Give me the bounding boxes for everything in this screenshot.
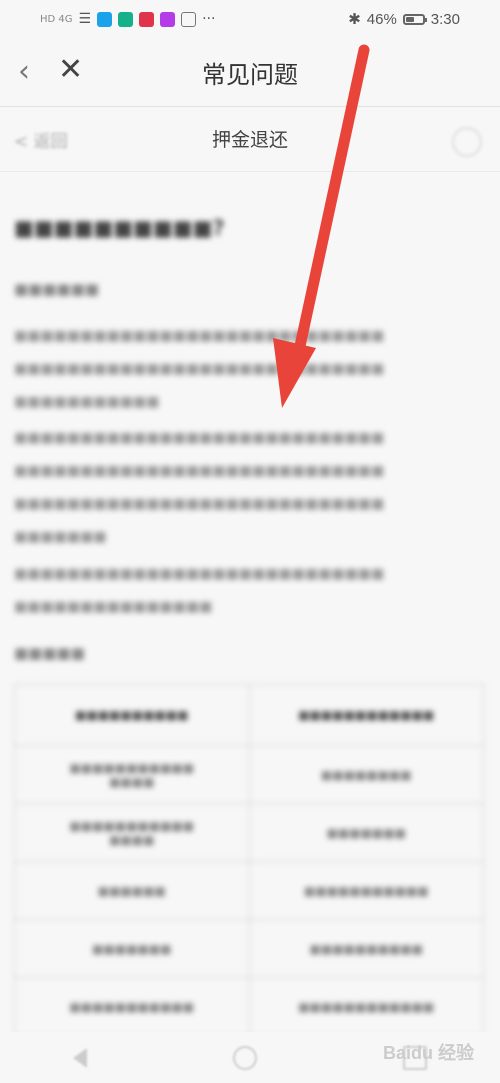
paragraph-blurred: ■■■■■■■■■■■■■■■■■■■■■■■■■■■■ ■■■■■■■■■■■■… — [14, 566, 385, 615]
app-notification-icon — [139, 11, 155, 27]
table-row: ■■■■■■■■■■■ ■■■■ ■■■■■■■■ — [14, 745, 484, 804]
nav-home-icon[interactable] — [233, 1045, 257, 1070]
watermark: Baidu 经验 — [382, 1043, 474, 1063]
sub-title: 押金退还 — [211, 129, 288, 151]
table-row: ■■■■■■■■■■■ ■■■■ ■■■■■■■ — [14, 803, 484, 862]
status-bar: HD 4G ☰ ··· ✱ 46% 3:30 — [0, 0, 500, 38]
table-row: ■■■■■■ ■■■■■■■■■■■ — [14, 861, 484, 920]
bluetooth-icon: ✱ — [348, 11, 361, 28]
table-cell: ■■■■■■ — [14, 861, 250, 920]
table-cell: ■■■■■■■■■■■ — [248, 861, 484, 920]
paragraph-blurred: ■■■■■■■■■■■■■■■■■■■■■■■■■■■■ ■■■■■■■■■■■■… — [14, 430, 385, 545]
status-right: ✱ 46% 3:30 — [348, 10, 460, 29]
section-label-blurred: ■■■■■ — [14, 644, 85, 662]
table-cell: ■■■■■■■ — [248, 803, 484, 862]
question-heading-blurred: ■■■■■■■■■■? — [14, 216, 225, 240]
table-cell: ■■■■■■■■■■■ — [14, 977, 250, 1036]
battery-icon — [402, 13, 427, 25]
table-row: ■■■■■■■■■■ ■■■■■■■■■■■■ — [14, 684, 484, 746]
app-header: ‹ ✕ 常见问题 — [0, 38, 500, 107]
table-cell: ■■■■■■■■■■ — [248, 919, 484, 978]
nav-back-icon[interactable] — [73, 1047, 87, 1068]
sub-header: < 返回 押金退还 — [0, 107, 500, 172]
blurred-article: ■■■■■■■■■■? ■■■■■■ ■■■■■■■■■■■■■■■■■■■■■… — [0, 172, 500, 1036]
section-label-blurred: ■■■■■■ — [14, 280, 100, 298]
battery-percent: 46% — [366, 10, 397, 28]
table-cell: ■■■■■■■■■■■■ — [248, 977, 484, 1036]
table-cell: ■■■■■■■■ — [248, 745, 484, 804]
status-left: HD 4G ☰ ··· — [40, 11, 215, 27]
app-notification-icon — [118, 11, 134, 27]
table-cell: ■■■■■■■■■■ — [14, 684, 250, 746]
blurred-table: ■■■■■■■■■■ ■■■■■■■■■■■■ ■■■■■■■■■■■ ■■■■ … — [14, 684, 484, 1036]
more-notifications-icon: ··· — [202, 11, 216, 27]
table-row: ■■■■■■■■■■■ ■■■■■■■■■■■■ — [14, 977, 484, 1036]
page-title: 常见问题 — [202, 61, 298, 89]
app-notification-icon — [160, 11, 176, 27]
app-notification-icon — [97, 11, 113, 27]
table-cell: ■■■■■■■■■■■ ■■■■ — [14, 745, 250, 804]
app-notification-icon — [181, 11, 197, 27]
table-cell: ■■■■■■■■■■■ ■■■■ — [14, 803, 250, 862]
table-row: ■■■■■■■ ■■■■■■■■■■ — [14, 919, 484, 978]
table-cell: ■■■■■■■ — [14, 919, 250, 978]
clock: 3:30 — [430, 10, 460, 28]
more-icon[interactable] — [452, 127, 482, 157]
table-cell: ■■■■■■■■■■■■ — [248, 684, 484, 746]
signal-label: HD 4G — [40, 13, 73, 25]
wifi-icon: ☰ — [78, 11, 92, 27]
paragraph-blurred: ■■■■■■■■■■■■■■■■■■■■■■■■■■■■ ■■■■■■■■■■■■… — [14, 328, 385, 410]
